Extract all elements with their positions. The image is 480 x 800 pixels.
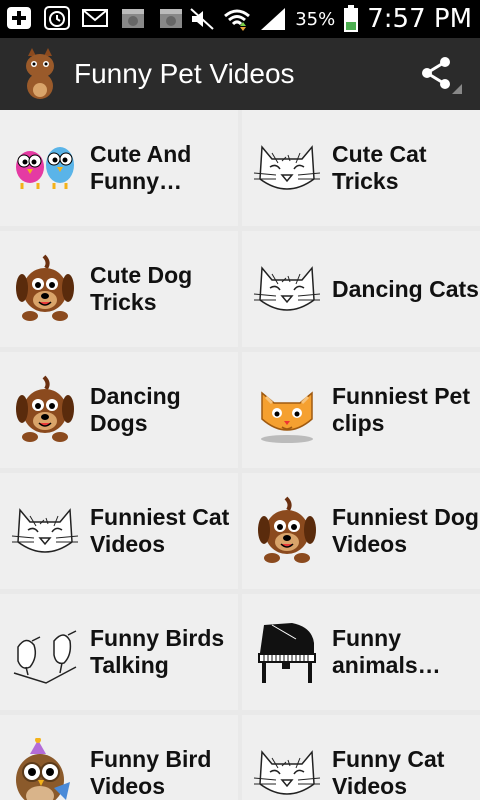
category-label: Funniest Cat Videos [90,504,229,558]
category-label: Funniest Dog Videos [332,504,479,558]
category-label-line1: Funniest Cat [90,504,230,530]
category-tile[interactable]: Funny animals… [242,594,480,710]
category-label-line1: Funny Birds [90,625,225,651]
category-label-line2: animals… [332,652,441,678]
category-label: Funny Cat Videos [332,746,444,800]
category-label-line1: Funniest Pet [332,383,471,409]
add-icon [7,7,31,29]
category-label: Cute And Funny… [90,141,191,195]
category-tile[interactable]: Funny Birds Talking [0,594,238,710]
category-label-line1: Cute Cat [332,141,427,167]
category-label-line1: Cute Dog [90,262,193,288]
category-tile[interactable]: Funny Cat Videos [242,715,480,800]
category-label-line1: Funny [332,625,401,651]
alarm-icon [44,6,70,30]
category-label: Cute Dog Tricks [90,262,192,316]
orange-cat-icon [252,375,322,445]
mute-icon [190,8,214,30]
piano-icon [252,617,322,687]
category-tile[interactable]: Funniest Cat Videos [0,473,238,589]
battery-percentage: 35% [295,8,336,30]
category-label-line2: Funny… [90,168,182,194]
category-label: Cute Cat Tricks [332,141,427,195]
category-label-line1: Dancing [90,383,181,409]
category-label-line1: Funny Bird [90,746,212,772]
dog-icon [252,496,322,566]
category-tile[interactable]: Cute Dog Tricks [0,231,238,347]
category-label-line2: Tricks [90,289,157,315]
category-label-line2: Videos [332,773,407,799]
category-label-line1: Dancing Cats [332,275,479,302]
clock: 7:57 PM [367,4,472,34]
category-tile[interactable]: Cute Cat Tricks [242,110,480,226]
wifi-icon [224,9,251,31]
category-label-line2: Videos [332,531,407,557]
cat-sketch-icon [252,738,322,800]
category-label-line2: Videos [90,773,165,799]
category-label: Funny Birds Talking [90,625,224,679]
category-label-line2: Videos [90,531,165,557]
battery-icon [344,5,359,32]
app-logo-icon[interactable] [18,46,62,102]
cat-sketch-icon [10,496,80,566]
category-tile[interactable]: Funniest Pet clips [242,352,480,468]
page-title: Funny Pet Videos [74,58,295,89]
category-tile[interactable]: Dancing Cats [242,231,480,347]
category-tile[interactable]: Funniest Dog Videos [242,473,480,589]
category-label-line2: Dogs [90,410,148,436]
category-label-line1: Funniest Dog [332,504,479,530]
dog-icon [10,375,80,445]
owl-icon [10,738,80,800]
birds-icon [10,133,80,203]
birds-sketch-icon [10,617,80,687]
dog-icon [10,254,80,324]
calendar-icon [122,9,144,28]
category-label: Funniest Pet clips [332,383,470,437]
category-label: Funny animals… [332,625,441,679]
category-label-line2: Tricks [332,168,399,194]
category-label: Funny Bird Videos [90,746,211,800]
category-label-line2: clips [332,410,385,436]
action-bar: Funny Pet Videos [0,38,480,110]
share-icon[interactable] [420,56,462,94]
category-label-line1: Funny Cat [332,746,445,772]
mail-icon [82,9,108,27]
category-tile[interactable]: Cute And Funny… [0,110,238,226]
status-bar: 35% 7:57 PM [0,0,480,38]
category-label-line1: Cute And [90,141,192,167]
cat-sketch-icon [252,254,322,324]
category-tile[interactable]: Dancing Dogs [0,352,238,468]
calendar-icon [160,9,182,28]
signal-icon [261,8,286,30]
video-category-grid: Cute And Funny… Cute Cat Tricks Cute Dog Tric… [0,110,480,800]
category-label: Dancing Cats [332,276,479,303]
category-label: Dancing Dogs [90,383,181,437]
cat-sketch-icon [252,133,322,203]
category-tile[interactable]: Funny Bird Videos [0,715,238,800]
category-label-line2: Talking [90,652,169,678]
